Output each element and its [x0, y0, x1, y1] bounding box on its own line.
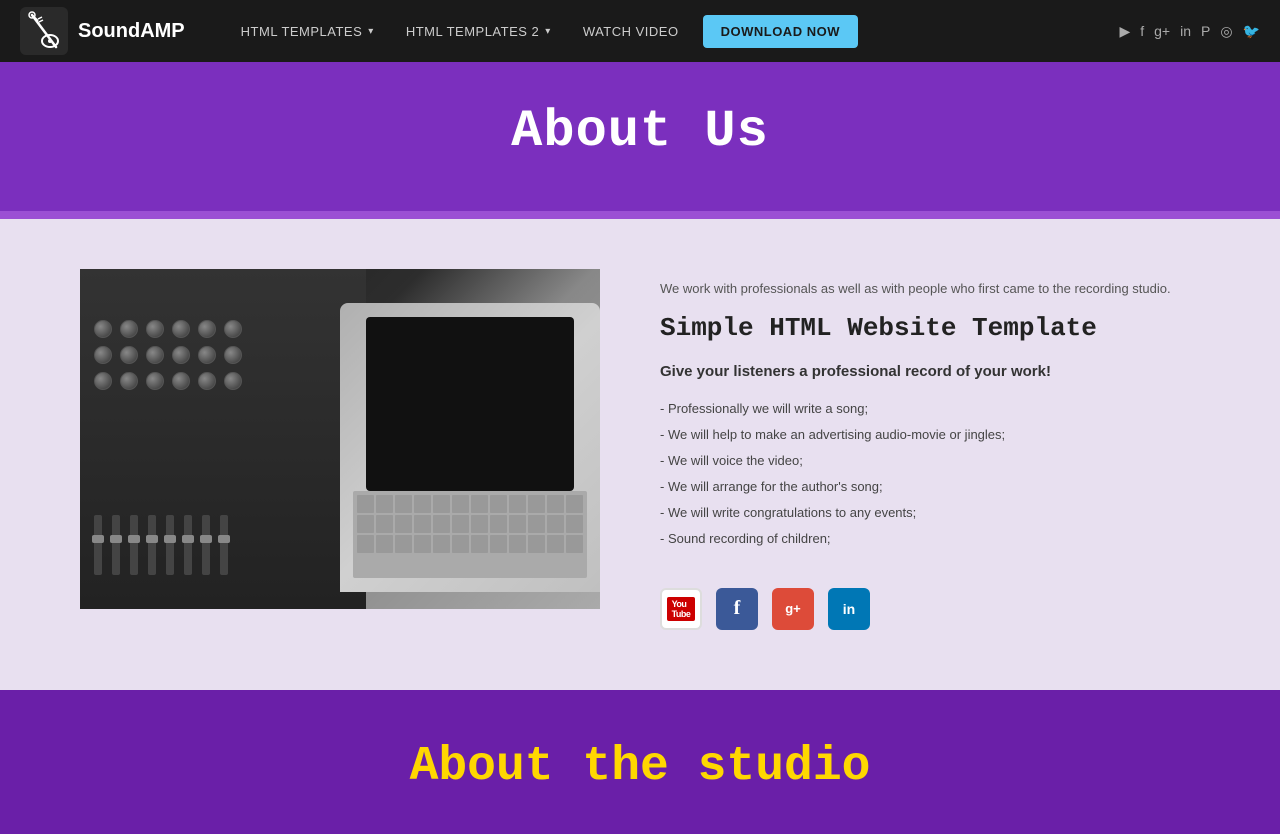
divider [0, 211, 1280, 219]
pinterest-nav-icon[interactable]: P [1201, 23, 1210, 39]
social-icons-content: YouTube f g+ in [660, 588, 1200, 630]
linkedin-icon[interactable]: in [828, 588, 870, 630]
brand-name: SoundAMP [78, 20, 185, 43]
content-section: We work with professionals as well as wi… [0, 219, 1280, 690]
google-plus-nav-icon[interactable]: g+ [1154, 23, 1170, 39]
mixer-faders [94, 515, 228, 575]
nav-links: HTML TEMPLATES ▾ HTML TEMPLATES 2 ▾ WATC… [225, 0, 1104, 62]
laptop-keyboard [353, 491, 587, 578]
nav-social-icons: ▶ f g+ in P ◎ 🐦 [1119, 23, 1260, 40]
list-item: - We will voice the video; [660, 448, 1200, 474]
guitar-icon [20, 7, 68, 55]
instagram-nav-icon[interactable]: ◎ [1220, 23, 1232, 40]
mixer-overlay [80, 269, 366, 609]
twitter-nav-icon[interactable]: 🐦 [1243, 23, 1260, 40]
list-item: - We will write congratulations to any e… [660, 500, 1200, 526]
youtube-nav-icon[interactable]: ▶ [1119, 23, 1130, 40]
brand-logo-link[interactable]: SoundAMP [20, 7, 185, 55]
navbar: SoundAMP HTML TEMPLATES ▾ HTML TEMPLATES… [0, 0, 1280, 62]
facebook-nav-icon[interactable]: f [1140, 23, 1144, 39]
linkedin-nav-icon[interactable]: in [1180, 23, 1191, 39]
nav-watch-video[interactable]: WATCH VIDEO [567, 0, 695, 62]
list-item: - We will arrange for the author's song; [660, 474, 1200, 500]
laptop-screen [366, 317, 574, 490]
chevron-down-icon: ▾ [545, 26, 551, 37]
page-title: About Us [20, 102, 1260, 161]
nav-html-templates-2[interactable]: HTML TEMPLATES 2 ▾ [390, 0, 567, 62]
content-text: We work with professionals as well as wi… [660, 269, 1200, 630]
mixer-knobs [94, 320, 231, 390]
list-item: - We will help to make an advertising au… [660, 422, 1200, 448]
content-heading: Simple HTML Website Template [660, 313, 1200, 343]
footer-section: About the studio [0, 690, 1280, 834]
list-item: - Sound recording of children; [660, 526, 1200, 552]
chevron-down-icon: ▾ [368, 26, 374, 37]
hero-section: About Us [0, 62, 1280, 211]
list-item: - Professionally we will write a song; [660, 396, 1200, 422]
content-list: - Professionally we will write a song; -… [660, 396, 1200, 552]
studio-image [80, 269, 600, 609]
google-plus-icon[interactable]: g+ [772, 588, 814, 630]
facebook-icon[interactable]: f [716, 588, 758, 630]
youtube-icon[interactable]: YouTube [660, 588, 702, 630]
laptop-overlay [340, 303, 600, 592]
nav-html-templates[interactable]: HTML TEMPLATES ▾ [225, 0, 390, 62]
footer-title: About the studio [20, 740, 1260, 794]
content-subheading: Give your listeners a professional recor… [660, 363, 1200, 380]
download-button[interactable]: DOWNLOAD NOW [703, 15, 858, 48]
content-intro: We work with professionals as well as wi… [660, 279, 1200, 299]
